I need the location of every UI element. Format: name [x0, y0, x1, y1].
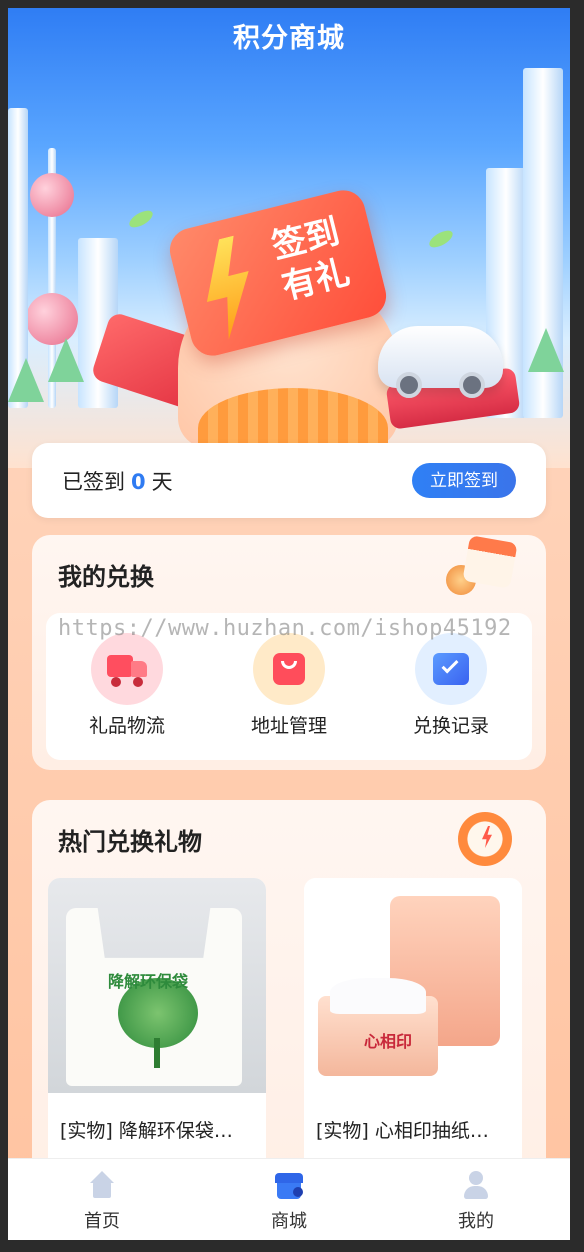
service-label: 地址管理 [250, 715, 327, 737]
calendar-check-icon [415, 633, 487, 705]
product-card[interactable]: 降解环保袋 [实物] 降解环保袋… [48, 878, 266, 1178]
tree-icon [48, 338, 84, 382]
hot-gifts-title: 热门兑换礼物 [58, 828, 202, 856]
service-label: 礼品物流 [88, 715, 165, 737]
service-exchange-records[interactable]: 兑换记录 [376, 633, 526, 738]
calendar-coins-icon [446, 535, 518, 597]
tissue-pack-image: 心相印 [304, 878, 522, 1093]
tab-label: 首页 [84, 1211, 120, 1232]
tab-label: 商城 [271, 1211, 307, 1232]
my-exchange-title: 我的兑换 [58, 563, 154, 591]
leaf-decoration [126, 207, 156, 231]
service-label: 兑换记录 [412, 715, 489, 737]
signin-button[interactable]: 立即签到 [412, 463, 516, 498]
wheel [396, 372, 422, 398]
my-exchange-panel: 我的兑换 礼品物流 地址管理 兑换记录 [32, 535, 546, 770]
bag-print-text: 降解环保袋 [108, 972, 189, 991]
tree-icon [8, 358, 44, 402]
tree-icon [528, 328, 564, 372]
user-icon [460, 1169, 492, 1201]
page-title: 积分商城 [233, 23, 345, 54]
product-card[interactable]: 心相印 [实物] 心相印抽纸… [304, 878, 522, 1178]
home-icon [86, 1169, 118, 1201]
wheel [459, 372, 485, 398]
tower-sphere [30, 173, 74, 217]
signin-suffix: 天 [151, 470, 173, 494]
signin-prefix: 已签到 [62, 470, 125, 494]
product-name: [实物] 心相印抽纸… [316, 1120, 489, 1142]
bottom-tab-bar: 首页 商城 我的 [8, 1158, 570, 1240]
app-screen: 积分商城 签到 有礼 已签到 0 天 立即签到 我的兑换 礼品物流 地址管理 兑… [8, 8, 570, 1240]
tab-label: 我的 [458, 1211, 494, 1232]
watermark-text: https://www.huzhan.com/ishop45192 [58, 616, 512, 641]
banner-slogan: 签到 有礼 [247, 206, 374, 314]
brand-logo: 心相印 [364, 1032, 413, 1051]
hero-banner: 积分商城 签到 有礼 [8, 8, 570, 468]
signin-status: 已签到 0 天 [62, 466, 173, 496]
product-name: [实物] 降解环保袋… [60, 1120, 233, 1142]
tab-shop[interactable]: 商城 [229, 1169, 349, 1233]
signin-card: 已签到 0 天 立即签到 [32, 443, 546, 518]
alarm-clock-icon [448, 804, 518, 870]
service-gift-logistics[interactable]: 礼品物流 [52, 633, 202, 738]
eco-bag-image: 降解环保袋 [48, 878, 266, 1093]
truck-icon [91, 633, 163, 705]
service-address-management[interactable]: 地址管理 [214, 633, 364, 738]
shop-icon [273, 1169, 305, 1201]
leaf-decoration [426, 227, 456, 251]
tab-home[interactable]: 首页 [42, 1169, 162, 1233]
signin-days-count: 0 [131, 470, 146, 494]
tab-mine[interactable]: 我的 [416, 1169, 536, 1233]
car-icon [378, 326, 503, 398]
bag-icon [253, 633, 325, 705]
